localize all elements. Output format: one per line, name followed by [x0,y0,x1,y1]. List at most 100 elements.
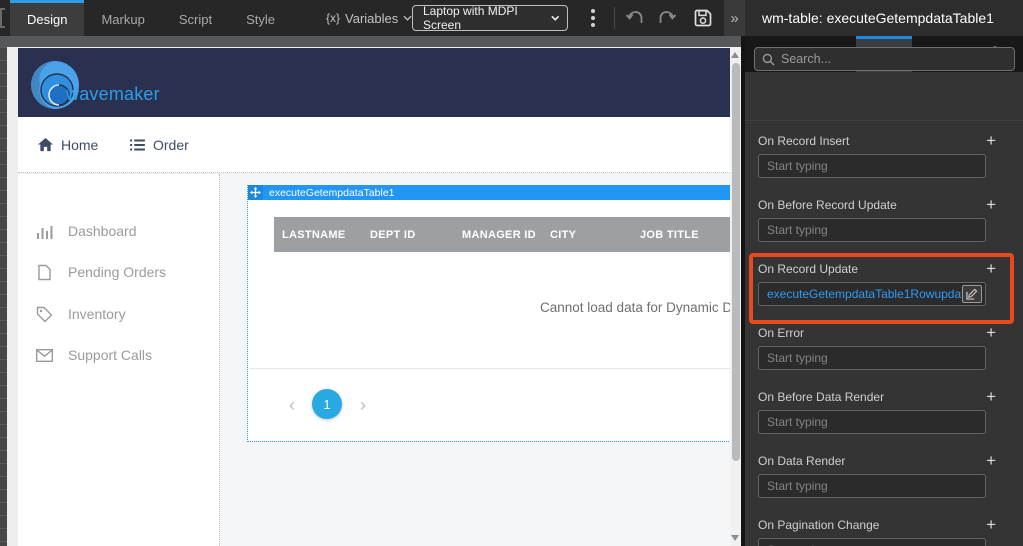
event-section-on-data-render: On Data Render + [758,453,998,511]
widget-name-label: executeGetempdataTable1 [269,187,395,199]
pagination-next-button[interactable]: › [356,395,370,416]
clipped-toolbar-icon [0,8,5,28]
tag-icon [36,306,53,323]
save-button[interactable] [690,6,716,30]
more-options-kebab-icon[interactable] [586,7,600,29]
datatable-widget: executeGetempdataTable1 LASTNAME DEPT ID… [247,185,730,442]
event-input-on-record-insert[interactable] [758,154,986,178]
add-event-button[interactable]: + [984,326,998,340]
edit-handler-button[interactable] [962,285,982,303]
scroll-down-arrow[interactable] [731,535,739,541]
add-event-button[interactable]: + [984,454,998,468]
add-event-button[interactable]: + [984,390,998,404]
event-section-on-record-insert: On Record Insert + [758,133,998,191]
undo-icon [625,9,645,27]
redo-icon [657,9,677,27]
nav-order-label: Order [153,137,189,153]
selected-widget-title: wm-table: executeGetempdataTable1 [745,0,1023,36]
undo-button[interactable] [622,6,648,30]
column-header-lastname[interactable]: LASTNAME [282,217,346,252]
device-preview-value: Laptop with MDPI Screen [423,4,551,32]
column-header-jobtitle[interactable]: JOB TITLE [640,217,699,252]
event-section-on-before-record-update: On Before Record Update + [758,197,998,255]
add-event-button[interactable]: + [984,262,998,276]
event-label: On Pagination Change [758,518,879,532]
panel-search-box [754,47,1015,71]
event-handler-link[interactable]: executeGetempdataTable1Rowupdate [767,287,962,301]
redo-button[interactable] [654,6,680,30]
sidebar-item-inventory[interactable]: Inventory [18,300,218,328]
app-page-header: wavemaker [18,48,730,117]
add-event-button[interactable]: + [984,518,998,532]
sidebar-label: Support Calls [68,347,152,363]
sidebar-label: Dashboard [68,223,137,239]
event-value-row: executeGetempdataTable1Rowupdate [758,282,986,306]
scroll-up-arrow[interactable] [731,52,739,58]
nav-item-order[interactable]: Order [130,117,189,173]
event-label: On Error [758,326,804,340]
sidebar-label: Inventory [68,306,126,322]
search-input[interactable] [781,52,1007,66]
collapse-panel-button[interactable]: » [724,0,745,36]
canvas-ruler-strip [0,47,7,546]
toolbar-divider [614,7,615,29]
wavemaker-studio: Design Markup Script Style {x} Variables… [0,0,1023,546]
event-label: On Before Record Update [758,198,897,212]
column-header-city[interactable]: CITY [550,217,576,252]
event-input-on-pagination-change[interactable] [758,538,986,546]
sidebar-item-dashboard[interactable]: Dashboard [18,217,218,245]
tab-markup[interactable]: Markup [84,0,161,36]
tab-design[interactable]: Design [10,0,84,36]
event-section-on-before-data-render: On Before Data Render + [758,389,998,447]
add-event-button[interactable]: + [984,198,998,212]
event-section-on-pagination-change: On Pagination Change + [758,517,998,546]
pagination-prev-button[interactable]: ‹ [285,395,299,416]
document-icon [36,264,53,281]
widget-selection-bar[interactable]: executeGetempdataTable1 [248,185,730,200]
event-input-on-error[interactable] [758,346,986,370]
table-header-row: LASTNAME DEPT ID MANAGER ID CITY JOB TIT… [274,217,730,252]
event-sections: On Record Insert + On Before Record Upda… [745,120,1023,546]
table-empty-message: Cannot load data for Dynamic Data [540,300,730,315]
sidebar-label: Pending Orders [68,264,166,280]
canvas-vertical-scrollbar[interactable] [730,47,741,546]
move-handle-icon[interactable] [248,185,263,200]
event-label: On Data Render [758,454,845,468]
variables-icon: {x} [326,11,340,25]
column-header-managerid[interactable]: MANAGER ID [462,217,536,252]
bar-chart-icon [36,223,53,240]
nav-item-home[interactable]: Home [38,117,98,173]
search-icon [762,53,775,66]
event-section-on-error: On Error + [758,325,998,383]
event-input-on-before-record-update[interactable] [758,218,986,242]
save-icon [693,8,713,28]
variables-label: Variables [345,11,398,26]
tab-style[interactable]: Style [229,0,292,36]
chevron-down-icon [551,15,559,21]
variables-button[interactable]: {x} Variables [326,0,412,36]
tab-script[interactable]: Script [162,0,229,36]
add-event-button[interactable]: + [984,134,998,148]
studio-toolbar: Design Markup Script Style {x} Variables… [0,0,745,36]
home-icon [38,138,53,152]
envelope-icon [36,347,53,364]
column-header-deptid[interactable]: DEPT ID [370,217,416,252]
device-preview-select[interactable]: Laptop with MDPI Screen [412,5,568,31]
design-canvas: wavemaker Home Order [7,47,730,546]
brand-name: wavemaker [66,84,160,105]
scrollbar-thumb[interactable] [732,63,740,461]
canvas-top-edge [0,36,741,47]
event-section-on-record-update: On Record Update + executeGetempdataTabl… [758,261,998,319]
app-sidebar: Dashboard Pending Orders Inventory [18,174,220,546]
event-input-on-data-render[interactable] [758,474,986,498]
nav-home-label: Home [61,137,98,153]
event-label: On Before Data Render [758,390,884,404]
sidebar-item-support-calls[interactable]: Support Calls [18,341,218,369]
pagination-page-1-button[interactable]: 1 [312,389,342,419]
app-navbar: Home Order [18,117,730,173]
event-label: On Record Update [758,262,858,276]
chevron-down-icon [403,15,412,21]
list-icon [130,139,145,151]
sidebar-item-pending-orders[interactable]: Pending Orders [18,258,218,286]
event-input-on-before-data-render[interactable] [758,410,986,434]
